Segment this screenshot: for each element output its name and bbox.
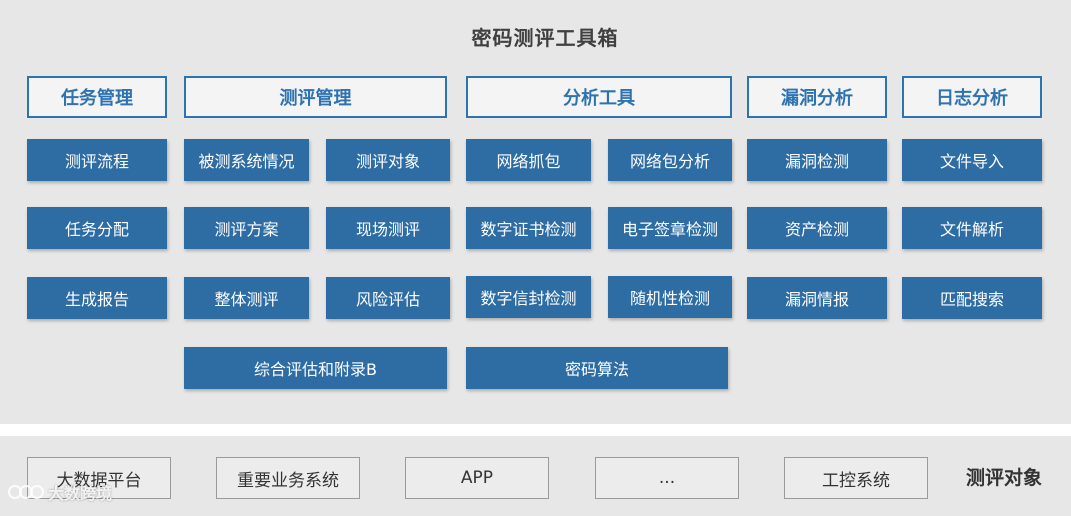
item-vulnerability-intel[interactable]: 漏洞情报: [747, 277, 887, 319]
item-comprehensive-assessment[interactable]: 综合评估和附录B: [184, 347, 447, 389]
target-app[interactable]: APP: [405, 457, 549, 499]
targets-label: 测评对象: [966, 467, 1043, 489]
item-file-import[interactable]: 文件导入: [902, 139, 1042, 181]
item-risk-assessment[interactable]: 风险评估: [326, 277, 450, 319]
item-generate-report[interactable]: 生成报告: [27, 277, 167, 319]
item-crypto-algorithm[interactable]: 密码算法: [466, 347, 728, 389]
item-packet-analysis[interactable]: 网络包分析: [608, 139, 732, 181]
header-log-analysis: 日志分析: [902, 76, 1042, 118]
target-key-business-system[interactable]: 重要业务系统: [216, 457, 360, 499]
item-digital-envelope-check[interactable]: 数字信封检测: [466, 276, 591, 318]
header-analysis-tools: 分析工具: [466, 76, 732, 118]
item-task-assignment[interactable]: 任务分配: [27, 207, 167, 249]
item-evaluation-plan[interactable]: 测评方案: [184, 207, 309, 249]
header-vulnerability-analysis: 漏洞分析: [747, 76, 887, 118]
item-randomness-check[interactable]: 随机性检测: [608, 276, 732, 318]
item-e-signature-check[interactable]: 电子签章检测: [608, 207, 732, 249]
watermark-text: 大数跨境: [48, 484, 113, 503]
logo-icon: [8, 485, 44, 499]
diagram-title: 密码测评工具箱: [471, 26, 619, 50]
item-certificate-check[interactable]: 数字证书检测: [466, 207, 591, 249]
item-evaluation-process[interactable]: 测评流程: [27, 139, 167, 181]
item-packet-capture[interactable]: 网络抓包: [466, 139, 591, 181]
item-evaluation-object[interactable]: 测评对象: [326, 139, 450, 181]
item-file-parse[interactable]: 文件解析: [902, 207, 1042, 249]
watermark: 大数跨境: [8, 480, 112, 504]
target-more[interactable]: ...: [595, 457, 739, 499]
item-asset-detection[interactable]: 资产检测: [747, 207, 887, 249]
header-evaluation-management: 测评管理: [184, 76, 447, 118]
item-overall-evaluation[interactable]: 整体测评: [184, 277, 309, 319]
item-vulnerability-detection[interactable]: 漏洞检测: [747, 139, 887, 181]
header-task-management: 任务管理: [27, 76, 167, 118]
item-match-search[interactable]: 匹配搜索: [902, 277, 1042, 319]
item-system-under-test[interactable]: 被测系统情况: [184, 139, 309, 181]
target-industrial-control[interactable]: 工控系统: [784, 457, 928, 499]
item-onsite-evaluation[interactable]: 现场测评: [326, 207, 450, 249]
